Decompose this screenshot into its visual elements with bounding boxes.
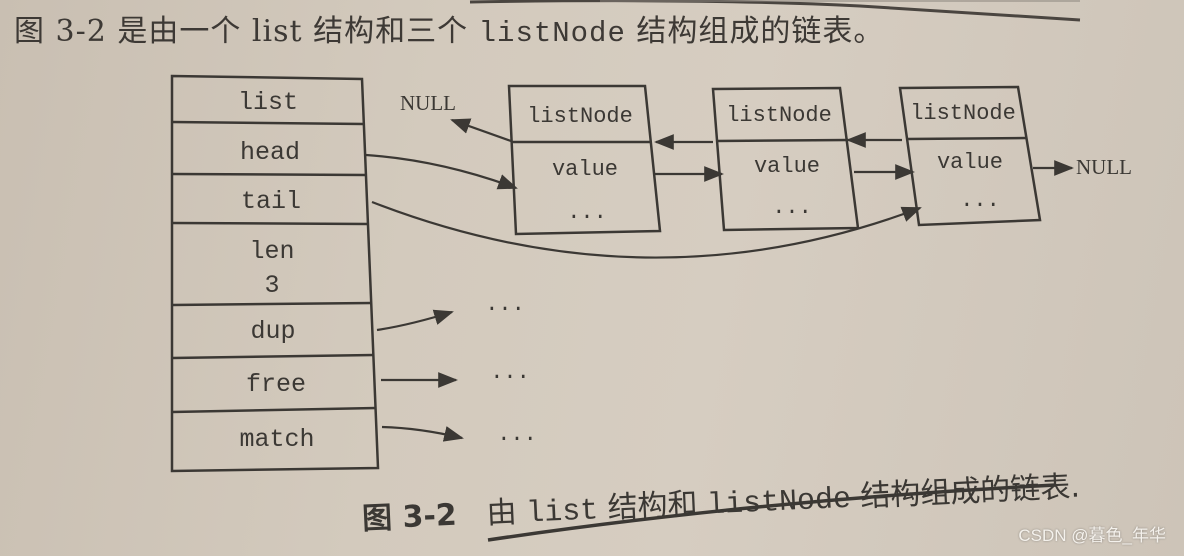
list-node-1-value: value	[552, 157, 618, 182]
list-node-2-title: listNode	[726, 103, 832, 128]
free-target: ...	[490, 360, 530, 385]
field-len-value: 3	[264, 271, 279, 300]
match-target: ...	[497, 422, 537, 447]
list-node-2-more: ...	[772, 195, 812, 220]
divider	[171, 120, 365, 126]
divider	[171, 301, 373, 307]
list-node-3-more: ...	[960, 188, 1000, 213]
divider	[171, 406, 377, 414]
watermark: CSDN @暮色_年华	[1018, 526, 1166, 545]
caption-text-2: 结构和	[597, 486, 708, 527]
divider	[906, 136, 1028, 141]
divider	[171, 221, 370, 226]
list-node-3-title: listNode	[910, 101, 1016, 126]
head-pointer	[365, 153, 518, 190]
caption-text-3: 结构组成的链表	[850, 469, 1072, 515]
field-dup: dup	[250, 317, 295, 346]
dup-pointer	[376, 309, 454, 332]
field-list: list	[238, 88, 298, 117]
divider	[171, 353, 375, 360]
list-node-1-more: ...	[567, 200, 607, 225]
null-next-label: NULL	[1076, 155, 1132, 179]
null-prev-label: NULL	[400, 91, 456, 115]
caption-code-1: list	[525, 494, 599, 532]
list-node-2-value: value	[754, 154, 820, 179]
field-len: len	[249, 237, 294, 266]
field-match: match	[239, 425, 314, 454]
dup-target: ...	[485, 292, 525, 317]
divider	[171, 172, 368, 177]
figure-number: 图 3-2	[361, 497, 458, 537]
divider	[715, 138, 849, 143]
list-node-1-title: listNode	[527, 104, 633, 129]
field-head: head	[240, 138, 300, 167]
field-free: free	[246, 370, 306, 399]
list-node-3-value: value	[937, 150, 1003, 175]
tail-pointer	[371, 200, 922, 259]
prev-pointer-node1-to-null	[450, 118, 512, 143]
caption-code-2: listNode	[706, 482, 852, 524]
field-tail: tail	[241, 187, 301, 216]
caption-text-1: 由	[485, 494, 527, 532]
match-pointer	[381, 425, 464, 442]
caption-period: .	[1069, 469, 1081, 505]
